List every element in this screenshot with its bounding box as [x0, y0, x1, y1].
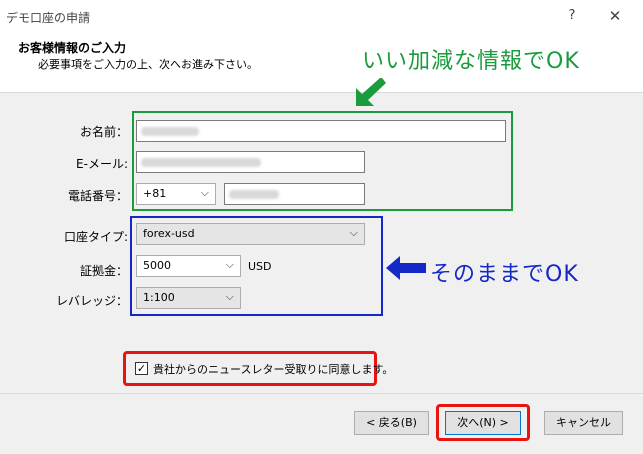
annotation-middle-text: そのままでOK: [430, 262, 579, 287]
chevron-down-icon: ⌵: [225, 290, 234, 303]
deposit-currency: USD: [248, 260, 272, 273]
account-type-value: forex-usd: [143, 227, 195, 240]
header-title: お客様情報のご入力: [18, 41, 127, 55]
title-bar: デモ口座の申請 ? ✕: [0, 0, 643, 34]
account-type-label: 口座タイプ:: [63, 230, 128, 244]
footer-divider: [0, 393, 643, 394]
demo-account-dialog: デモ口座の申請 ? ✕ お客様情報のご入力 必要事項をご入力の上、次へお進み下さ…: [0, 0, 643, 454]
window-title: デモ口座の申請: [6, 11, 91, 25]
cancel-button[interactable]: キャンセル: [544, 411, 623, 435]
phone-number-field[interactable]: [224, 183, 365, 205]
deposit-label: 証拠金：: [79, 264, 128, 278]
back-button[interactable]: < 戻る(B): [354, 411, 429, 435]
chevron-down-icon: ⌵: [200, 186, 209, 199]
email-label: E-メール:: [76, 157, 128, 171]
name-label: お名前：: [79, 125, 128, 139]
phone-country-select[interactable]: +81 ⌵: [136, 183, 216, 205]
leverage-select[interactable]: 1:100 ⌵: [136, 287, 241, 309]
deposit-value: 5000: [143, 259, 171, 272]
name-field[interactable]: [136, 120, 506, 142]
phone-label: 電話番号：: [67, 189, 128, 203]
newsletter-checkbox[interactable]: ✓: [135, 362, 148, 375]
newsletter-label: 貴社からのニュースレター受取りに同意します。: [153, 363, 394, 376]
chevron-down-icon: ⌵: [349, 226, 358, 239]
chevron-down-icon: ⌵: [225, 258, 234, 271]
close-icon[interactable]: ✕: [605, 6, 625, 26]
leverage-label: レバレッジ：: [55, 294, 128, 308]
header-subtitle: 必要事項をご入力の上、次へお進み下さい。: [38, 58, 258, 71]
account-type-select[interactable]: forex-usd ⌵: [136, 223, 365, 245]
phone-country-value: +81: [143, 187, 167, 200]
leverage-value: 1:100: [143, 291, 175, 304]
deposit-select[interactable]: 5000 ⌵: [136, 255, 241, 277]
arrow-left-icon: [386, 256, 426, 280]
help-icon[interactable]: ?: [562, 6, 582, 26]
annotation-top-text: いい加減な情報でOK: [362, 49, 580, 74]
email-field[interactable]: [136, 151, 365, 173]
arrow-down-left-icon: [356, 78, 386, 106]
next-button[interactable]: 次へ(N) >: [445, 411, 521, 435]
